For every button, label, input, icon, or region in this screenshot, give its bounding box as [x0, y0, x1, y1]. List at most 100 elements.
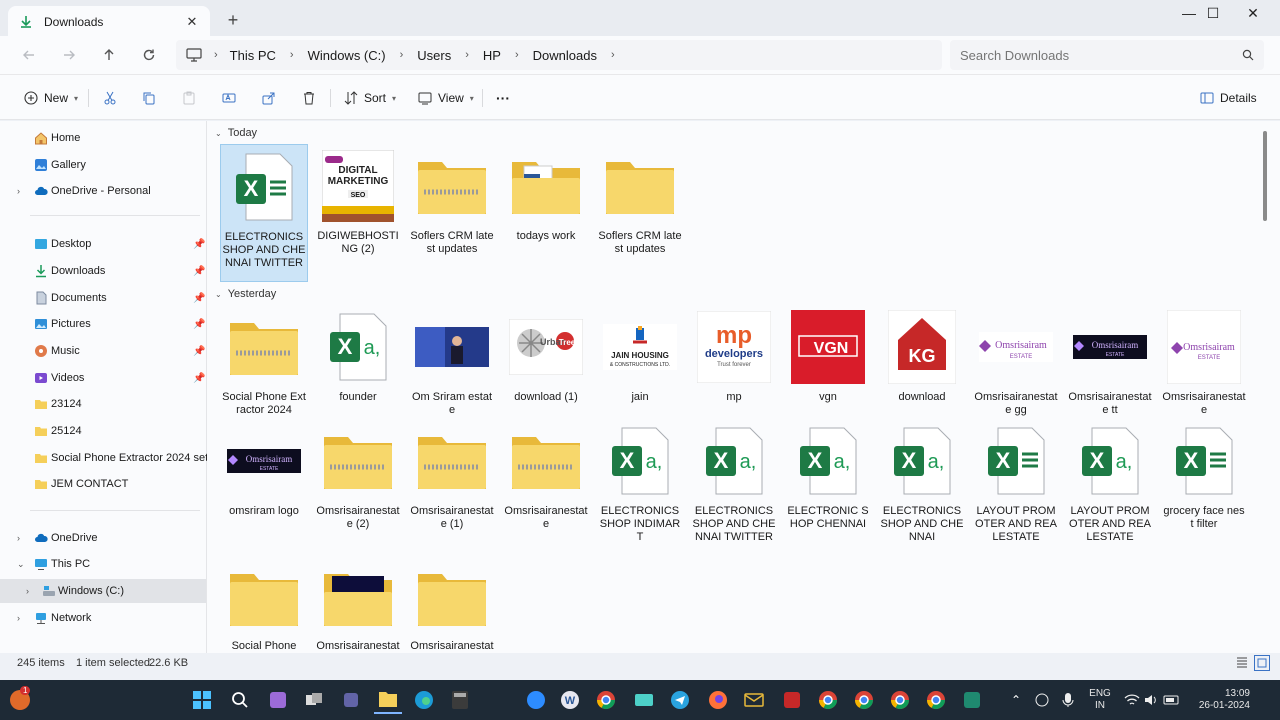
copy-button[interactable]: [142, 87, 156, 109]
file-item[interactable]: Soflers CRM latest updates: [596, 144, 684, 282]
file-item[interactable]: Omsrisairam ESTATE omsriram logo: [220, 419, 308, 557]
sidebar-item-downloads[interactable]: Downloads 📌: [0, 259, 206, 283]
view-button[interactable]: View ▾: [418, 87, 474, 109]
chevron-right-icon[interactable]: ›: [17, 533, 20, 543]
sidebar-item-windows-c[interactable]: › Windows (C:): [0, 579, 206, 603]
rename-button[interactable]: [222, 87, 236, 109]
app-icon-red-app[interactable]: [778, 686, 806, 714]
new-tab-button[interactable]: +: [224, 10, 242, 30]
search-box[interactable]: [950, 40, 1264, 70]
breadcrumb-this-pc[interactable]: This PC ›: [230, 48, 308, 63]
chevron-down-icon[interactable]: ⌄: [17, 559, 25, 570]
sidebar-item-videos[interactable]: Videos 📌: [0, 366, 206, 390]
app-icon-chrome-2[interactable]: [814, 686, 842, 714]
share-button[interactable]: [262, 87, 276, 109]
tray-sync-icon[interactable]: [1028, 686, 1056, 714]
sidebar-item-jem-contact[interactable]: JEM CONTACT: [0, 472, 206, 496]
file-item[interactable]: Xa, ELECTRONICS SHOP AND CHENNAI: [878, 419, 966, 557]
delete-button[interactable]: [302, 87, 316, 109]
sidebar-item-desktop[interactable]: Desktop 📌: [0, 232, 206, 256]
app-icon-green-app[interactable]: [958, 686, 986, 714]
language-indicator[interactable]: ENG IN: [1086, 688, 1114, 712]
sidebar-item-this-pc[interactable]: ⌄ This PC: [0, 552, 206, 576]
clock[interactable]: 13:09 26-01-2024: [1190, 688, 1250, 712]
app-icon-word[interactable]: W: [556, 686, 584, 714]
file-item[interactable]: W todays work: [502, 144, 590, 282]
details-view-button[interactable]: [1236, 656, 1248, 671]
app-icon-mail[interactable]: [740, 686, 768, 714]
group-header-today[interactable]: ⌄ Today: [215, 127, 257, 139]
app-icon-file-explorer[interactable]: [374, 686, 402, 714]
file-item[interactable]: Xa, ELECTRONIC SHOP CHENNAI: [784, 419, 872, 557]
search-taskbar-button[interactable]: [226, 686, 254, 714]
app-icon-edge[interactable]: [410, 686, 438, 714]
file-item[interactable]: Omsrisairanestate (1): [408, 419, 496, 557]
file-item[interactable]: X ELECTRONICS SHOP AND CHENNAI TWITTER: [220, 144, 308, 282]
details-button[interactable]: Details: [1200, 87, 1257, 109]
chevron-right-icon[interactable]: ›: [17, 186, 20, 196]
forward-button[interactable]: [58, 44, 80, 66]
tab-downloads[interactable]: Downloads ✕: [8, 6, 210, 38]
up-button[interactable]: [98, 44, 120, 66]
sort-button[interactable]: Sort ▾: [344, 87, 396, 109]
breadcrumb-downloads[interactable]: Downloads ›: [533, 48, 629, 63]
app-icon-chrome[interactable]: [592, 686, 620, 714]
search-icon[interactable]: [1242, 49, 1254, 61]
address-bar[interactable]: › This PC › Windows (C:) › Users › HP › Down…: [176, 40, 942, 70]
file-item[interactable]: Omsrisairanestate: [502, 419, 590, 557]
app-icon-calculator[interactable]: [446, 686, 474, 714]
sidebar-item-social-phone-extractor-setup[interactable]: Social Phone Extractor 2024 setup: [0, 446, 220, 470]
file-item[interactable]: Soflers CRM latest updates: [408, 144, 496, 282]
sidebar-item-pictures[interactable]: Pictures 📌: [0, 312, 206, 336]
app-icon-chrome-3[interactable]: [850, 686, 878, 714]
file-item[interactable]: X grocery face nest filter: [1160, 419, 1248, 557]
sidebar-item-music[interactable]: Music 📌: [0, 339, 206, 363]
paste-button[interactable]: [182, 87, 196, 109]
sidebar-item-onedrive[interactable]: › OneDrive: [0, 526, 206, 550]
user-avatar[interactable]: 1: [6, 686, 34, 714]
cut-button[interactable]: [103, 87, 117, 109]
sidebar-item-23124[interactable]: 23124: [0, 392, 206, 416]
refresh-button[interactable]: [138, 44, 160, 66]
breadcrumb-users[interactable]: Users ›: [417, 48, 483, 63]
sidebar-item-25124[interactable]: 25124: [0, 419, 206, 443]
sidebar-item-home[interactable]: Home: [0, 126, 206, 150]
sidebar-item-gallery[interactable]: Gallery: [0, 153, 206, 177]
app-icon-telegram[interactable]: [666, 686, 694, 714]
app-icon-teams[interactable]: [338, 686, 366, 714]
new-button[interactable]: New ▾: [24, 87, 78, 109]
sidebar-item-documents[interactable]: Documents 📌: [0, 286, 206, 310]
back-button[interactable]: [18, 44, 40, 66]
group-header-yesterday[interactable]: ⌄ Yesterday: [215, 288, 276, 300]
app-icon-widgets[interactable]: [264, 686, 292, 714]
file-item[interactable]: Xa, ELECTRONICS SHOP INDIMART: [596, 419, 684, 557]
app-icon-zoom[interactable]: [522, 686, 550, 714]
app-icon-chrome-5[interactable]: [922, 686, 950, 714]
breadcrumb-windows-c[interactable]: Windows (C:) ›: [308, 48, 418, 63]
app-icon-task-view[interactable]: [300, 686, 328, 714]
more-options-button[interactable]: ···: [496, 87, 510, 109]
file-item[interactable]: Omsrisairanestat: [408, 558, 496, 653]
sidebar-item-network[interactable]: › Network: [0, 606, 206, 630]
file-item[interactable]: Omsrisairanestate (2): [314, 419, 402, 557]
app-icon-chrome-4[interactable]: [886, 686, 914, 714]
file-item[interactable]: Xa, LAYOUT PROMOTER AND REALESTATE: [1066, 419, 1154, 557]
start-button[interactable]: [188, 686, 216, 714]
tray-battery-icon[interactable]: [1158, 686, 1186, 714]
app-icon-firefox[interactable]: [704, 686, 732, 714]
chevron-right-icon[interactable]: ›: [26, 586, 29, 596]
tray-mic-icon[interactable]: [1054, 686, 1082, 714]
file-item[interactable]: X LAYOUT PROMOTER AND REALESTATE: [972, 419, 1060, 557]
app-icon-keyboard[interactable]: [630, 686, 658, 714]
large-icons-view-button[interactable]: [1254, 655, 1270, 671]
file-item[interactable]: Omsrisairanestat: [314, 558, 402, 653]
tray-overflow-button[interactable]: ⌃: [1002, 686, 1030, 714]
chevron-right-icon[interactable]: ›: [17, 613, 20, 623]
tab-close-button[interactable]: ✕: [184, 14, 200, 30]
close-button[interactable]: ✕: [1230, 0, 1276, 26]
file-item[interactable]: Social Phone: [220, 558, 308, 653]
file-item[interactable]: Xa, ELECTRONICS SHOP AND CHENNAI TWITTER: [690, 419, 778, 557]
breadcrumb-hp[interactable]: HP ›: [483, 48, 533, 63]
file-item[interactable]: DIGITAL MARKETING SEO DIGIWEBHOSTING (2): [314, 144, 402, 282]
vertical-scrollbar[interactable]: [1263, 131, 1267, 221]
